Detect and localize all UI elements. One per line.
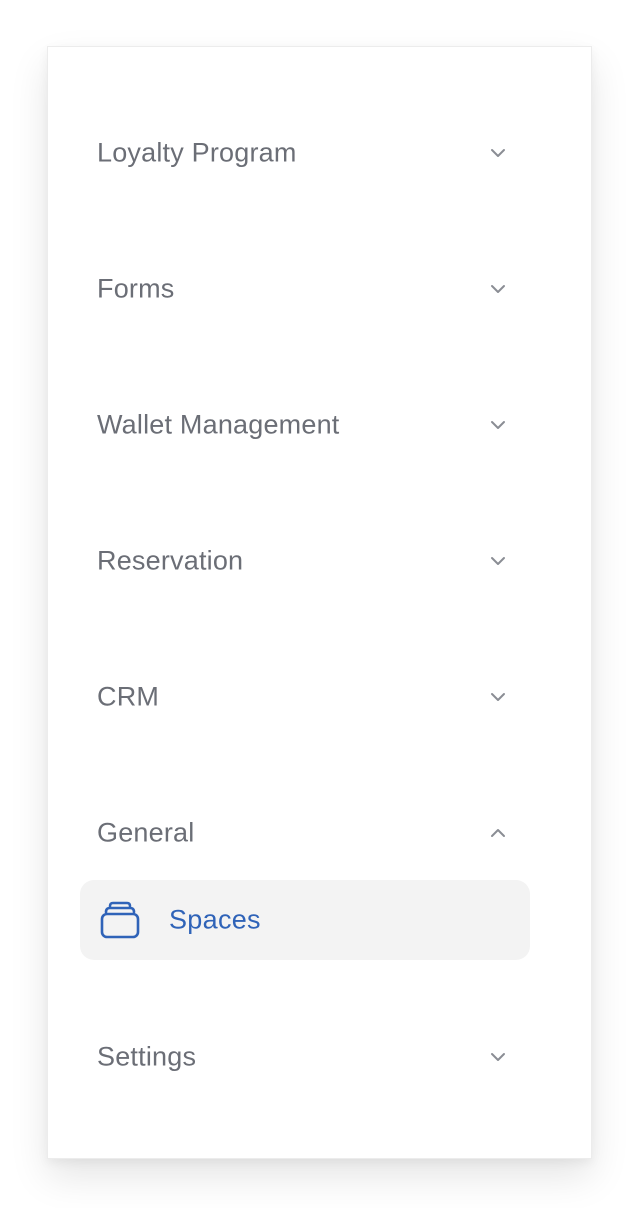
menu-section-settings[interactable]: Settings	[48, 1027, 591, 1087]
menu-section-label: CRM	[97, 681, 160, 712]
chevron-down-icon	[491, 693, 505, 701]
chevron-down-icon	[491, 557, 505, 565]
menu-section-label: Loyalty Program	[97, 137, 297, 168]
menu-section-label: General	[97, 817, 195, 848]
menu-section-crm[interactable]: CRM	[48, 667, 591, 727]
menu-section-forms[interactable]: Forms	[48, 259, 591, 319]
menu-section-label: Reservation	[97, 545, 244, 576]
chevron-down-icon	[491, 149, 505, 157]
chevron-down-icon	[491, 1053, 505, 1061]
menu-section-wallet-management[interactable]: Wallet Management	[48, 395, 591, 455]
menu-section-loyalty-program[interactable]: Loyalty Program	[48, 123, 591, 183]
chevron-down-icon	[491, 421, 505, 429]
menu-section-general[interactable]: General	[48, 803, 591, 863]
menu-section-label: Wallet Management	[97, 409, 340, 440]
chevron-up-icon	[491, 829, 505, 837]
menu-section-label: Forms	[97, 273, 175, 304]
chevron-down-icon	[491, 285, 505, 293]
stack-icon	[100, 901, 140, 939]
menu-section-label: Settings	[97, 1041, 197, 1072]
menu-item-label: Spaces	[169, 904, 261, 935]
sidebar-menu: Loyalty Program Forms Wallet Management …	[47, 46, 592, 1159]
menu-section-reservation[interactable]: Reservation	[48, 531, 591, 591]
menu-item-spaces[interactable]: Spaces	[80, 880, 530, 960]
